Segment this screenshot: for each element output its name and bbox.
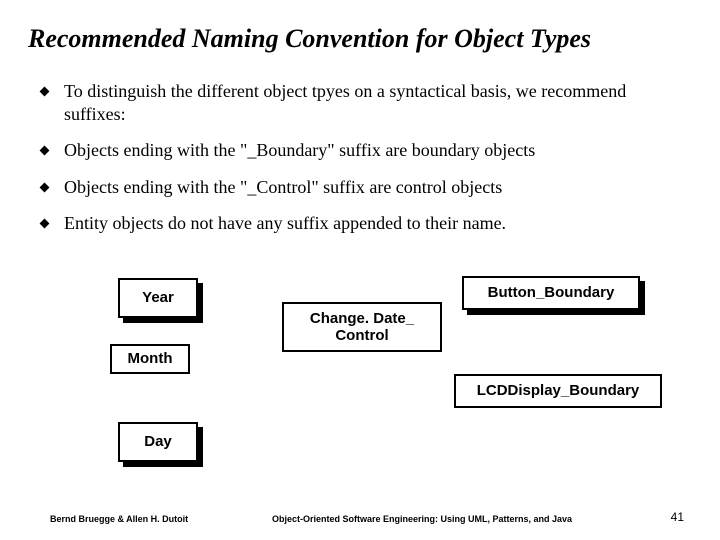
entity-box-day: Day <box>118 422 198 462</box>
footer-page: 41 <box>671 510 684 524</box>
boundary-box-button: Button_Boundary <box>462 276 640 310</box>
footer-book: Object-Oriented Software Engineering: Us… <box>272 514 572 524</box>
bullet-item: Objects ending with the "_Control" suffi… <box>38 176 684 199</box>
control-box: Change. Date_ Control <box>282 302 442 352</box>
entity-box-month: Month <box>110 344 190 374</box>
bullet-item: To distinguish the different object tpye… <box>38 80 684 125</box>
bullet-item: Objects ending with the "_Boundary" suff… <box>38 139 684 162</box>
diagram-area: Year Month Day Change. Date_ Control But… <box>0 272 720 482</box>
boundary-box-lcd: LCDDisplay_Boundary <box>454 374 662 408</box>
entity-box-year: Year <box>118 278 198 318</box>
bullet-list: To distinguish the different object tpye… <box>38 80 684 235</box>
bullet-item: Entity objects do not have any suffix ap… <box>38 212 684 235</box>
slide: Recommended Naming Convention for Object… <box>0 0 720 540</box>
footer-authors: Bernd Bruegge & Allen H. Dutoit <box>50 514 188 524</box>
slide-title: Recommended Naming Convention for Object… <box>28 24 692 54</box>
